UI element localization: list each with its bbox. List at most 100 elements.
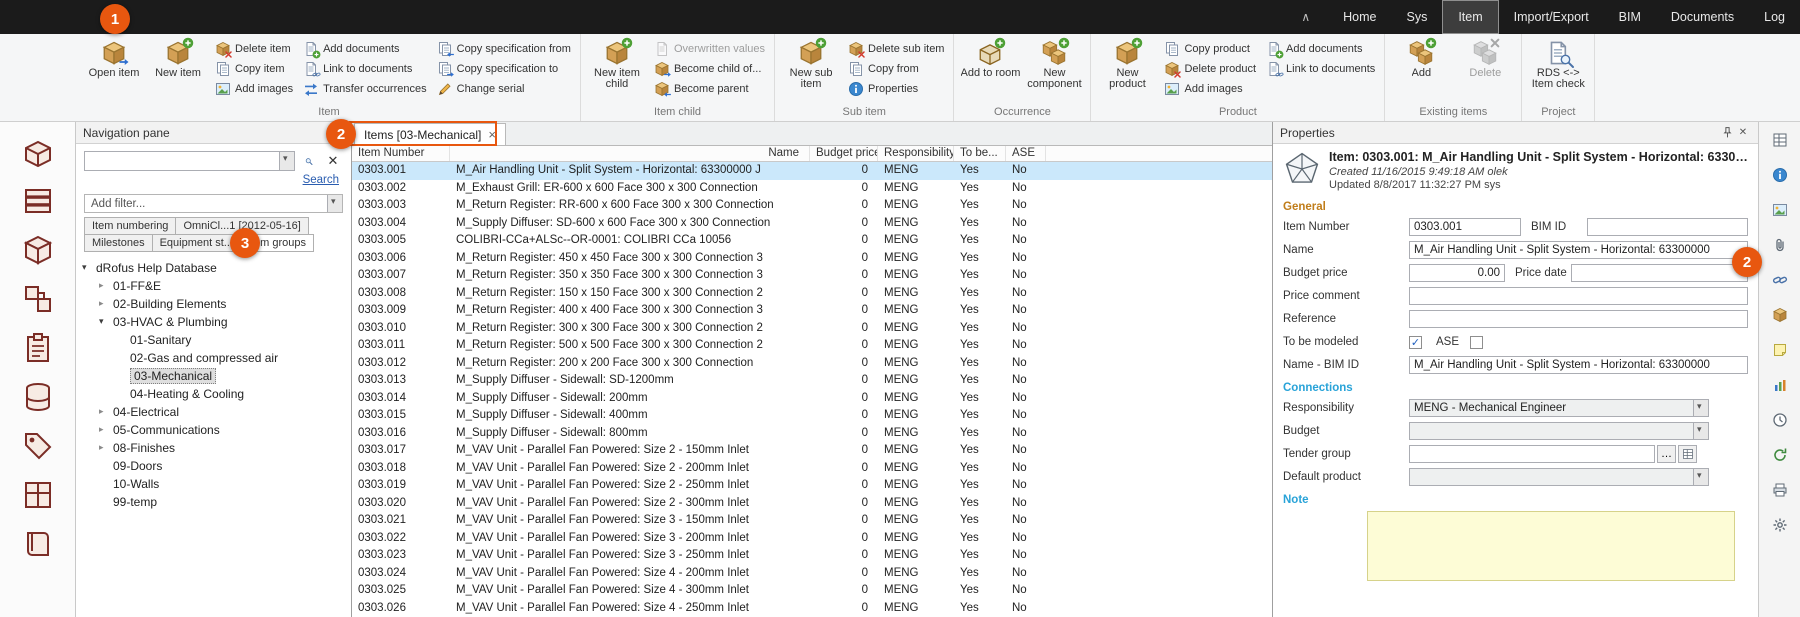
table-row[interactable]: 0303.013 M_Supply Diffuser - Sidewall: S… (352, 372, 1272, 390)
tree-item[interactable]: 02-Building Elements (78, 295, 349, 313)
tree-item[interactable]: dRofus Help Database (78, 259, 349, 277)
tender-group-grid-button[interactable] (1678, 445, 1697, 463)
table-row[interactable]: 0303.005 COLIBRI-CCa+ALSc--OR-0001: COLI… (352, 232, 1272, 250)
gear-icon[interactable] (1766, 511, 1794, 539)
add-to-room-button[interactable]: Add to room (959, 36, 1021, 91)
note-icon[interactable] (1766, 336, 1794, 364)
responsibility-select[interactable]: MENG - Mechanical Engineer (1409, 399, 1709, 417)
link-to-documents-button[interactable]: Link to documents (299, 59, 431, 79)
delete-sub-item-button[interactable]: Delete sub item (844, 39, 948, 59)
table-row[interactable]: 0303.022 M_VAV Unit - Parallel Fan Power… (352, 530, 1272, 548)
column-header[interactable]: To be... (954, 146, 1006, 161)
table-row[interactable]: 0303.026 M_VAV Unit - Parallel Fan Power… (352, 600, 1272, 617)
table-row[interactable]: 0303.010 M_Return Register: 300 x 300 Fa… (352, 320, 1272, 338)
budget-price-input[interactable] (1409, 264, 1505, 282)
tree-expander-icon[interactable] (99, 443, 113, 453)
overwritten-values-button[interactable]: Overwritten values (650, 39, 769, 59)
database-icon[interactable] (16, 375, 60, 419)
table-row[interactable]: 0303.006 M_Return Register: 450 x 450 Fa… (352, 250, 1272, 268)
price-date-input[interactable] (1571, 264, 1748, 282)
menu-item[interactable]: Log (1749, 0, 1800, 34)
shelves-icon[interactable] (16, 179, 60, 223)
tree-item[interactable]: 03-HVAC & Plumbing (78, 313, 349, 331)
link-icon[interactable] (1766, 266, 1794, 294)
image-icon[interactable] (1766, 196, 1794, 224)
column-header[interactable]: Name (450, 146, 810, 161)
rds-item-check-button[interactable]: RDS <-> Item check (1527, 36, 1589, 91)
name-input[interactable] (1409, 241, 1748, 259)
table-row[interactable]: 0303.008 M_Return Register: 150 x 150 Fa… (352, 285, 1272, 303)
table-row[interactable]: 0303.004 M_Supply Diffuser: SD-600 x 600… (352, 215, 1272, 233)
tree-item[interactable]: 05-Communications (78, 421, 349, 439)
add-images-product-button[interactable]: Add images (1160, 79, 1260, 99)
name-bim-id-input[interactable] (1409, 356, 1748, 374)
nav-tab[interactable]: Equipment st... (152, 234, 241, 252)
tree-item[interactable]: 08-Finishes (78, 439, 349, 457)
table-row[interactable]: 0303.021 M_VAV Unit - Parallel Fan Power… (352, 512, 1272, 530)
search-link[interactable]: Search (303, 174, 339, 186)
menu-item[interactable]: Sys (1391, 0, 1442, 34)
table-row[interactable]: 0303.011 M_Return Register: 500 x 500 Fa… (352, 337, 1272, 355)
table-row[interactable]: 0303.023 M_VAV Unit - Parallel Fan Power… (352, 547, 1272, 565)
tree-item[interactable]: 01-Sanitary (78, 331, 349, 349)
copy-specification-to-button[interactable]: Copy specification to (433, 59, 575, 79)
delete-existing-button[interactable]: Delete (1454, 36, 1516, 91)
default-product-select[interactable] (1409, 468, 1709, 486)
table-row[interactable]: 0303.024 M_VAV Unit - Parallel Fan Power… (352, 565, 1272, 583)
note-textarea[interactable] (1367, 511, 1735, 581)
search-combo[interactable] (84, 151, 295, 171)
table-row[interactable]: 0303.012 M_Return Register: 200 x 200 Fa… (352, 355, 1272, 373)
link-to-documents-product-button[interactable]: Link to documents (1262, 59, 1379, 79)
table-row[interactable]: 0303.017 M_VAV Unit - Parallel Fan Power… (352, 442, 1272, 460)
refresh-icon[interactable] (1766, 441, 1794, 469)
search-icon[interactable] (299, 151, 319, 171)
table-row[interactable]: 0303.003 M_Return Register: RR-600 x 600… (352, 197, 1272, 215)
search-input[interactable] (85, 152, 279, 170)
copy-product-button[interactable]: Copy product (1160, 39, 1260, 59)
reference-input[interactable] (1409, 310, 1748, 328)
new-component-button[interactable]: New component (1023, 36, 1085, 91)
table-row[interactable]: 0303.007 M_Return Register: 350 x 350 Fa… (352, 267, 1272, 285)
new-item-button[interactable]: New item (147, 36, 209, 91)
printer-icon[interactable] (1766, 476, 1794, 504)
table-row[interactable]: 0303.002 M_Exhaust Grill: ER-600 x 600 F… (352, 180, 1272, 198)
add-existing-button[interactable]: Add (1390, 36, 1452, 91)
delete-item-button[interactable]: Delete item (211, 39, 297, 59)
price-comment-input[interactable] (1409, 287, 1748, 305)
table-row[interactable]: 0303.018 M_VAV Unit - Parallel Fan Power… (352, 460, 1272, 478)
cube-icon[interactable] (16, 228, 60, 272)
new-product-button[interactable]: New product (1096, 36, 1158, 91)
table-row[interactable]: 0303.019 M_VAV Unit - Parallel Fan Power… (352, 477, 1272, 495)
column-header[interactable]: Item Number (352, 146, 450, 161)
tree-item[interactable]: 04-Electrical (78, 403, 349, 421)
become-child-of-button[interactable]: Become child of... (650, 59, 769, 79)
copy-from-button[interactable]: Copy from (844, 59, 948, 79)
menu-item[interactable]: Documents (1656, 0, 1749, 34)
menu-item[interactable]: BIM (1604, 0, 1656, 34)
bim-id-input[interactable] (1587, 218, 1748, 236)
tag-icon[interactable] (16, 424, 60, 468)
transfer-occurrences-button[interactable]: Transfer occurrences (299, 79, 431, 99)
paperclip-icon[interactable] (1766, 231, 1794, 259)
cube-icon[interactable] (1766, 301, 1794, 329)
add-filter-dropdown[interactable]: Add filter... (84, 194, 343, 213)
column-header[interactable]: Budget price (810, 146, 878, 161)
tree-item[interactable]: 04-Heating & Cooling (78, 385, 349, 403)
tender-group-browse-button[interactable] (1657, 445, 1676, 463)
table-row[interactable]: 0303.016 M_Supply Diffuser - Sidewall: 8… (352, 425, 1272, 443)
properties-button[interactable]: Properties (844, 79, 948, 99)
tree-expander-icon[interactable] (99, 281, 113, 291)
info-icon[interactable] (1766, 161, 1794, 189)
tree-expander-icon[interactable] (99, 299, 113, 309)
add-documents-product-button[interactable]: Add documents (1262, 39, 1379, 59)
chevron-down-icon[interactable] (279, 152, 294, 170)
item-number-input[interactable] (1409, 218, 1521, 236)
tree-item[interactable]: 09-Doors (78, 457, 349, 475)
tree-item[interactable]: 99-temp (78, 493, 349, 511)
clear-search-icon[interactable] (323, 151, 343, 171)
table-row[interactable]: 0303.014 M_Supply Diffuser - Sidewall: 2… (352, 390, 1272, 408)
column-header[interactable]: ASE (1006, 146, 1046, 161)
clock-icon[interactable] (1766, 406, 1794, 434)
menu-item[interactable]: Item (1442, 0, 1498, 34)
column-header[interactable]: Responsibility (878, 146, 954, 161)
